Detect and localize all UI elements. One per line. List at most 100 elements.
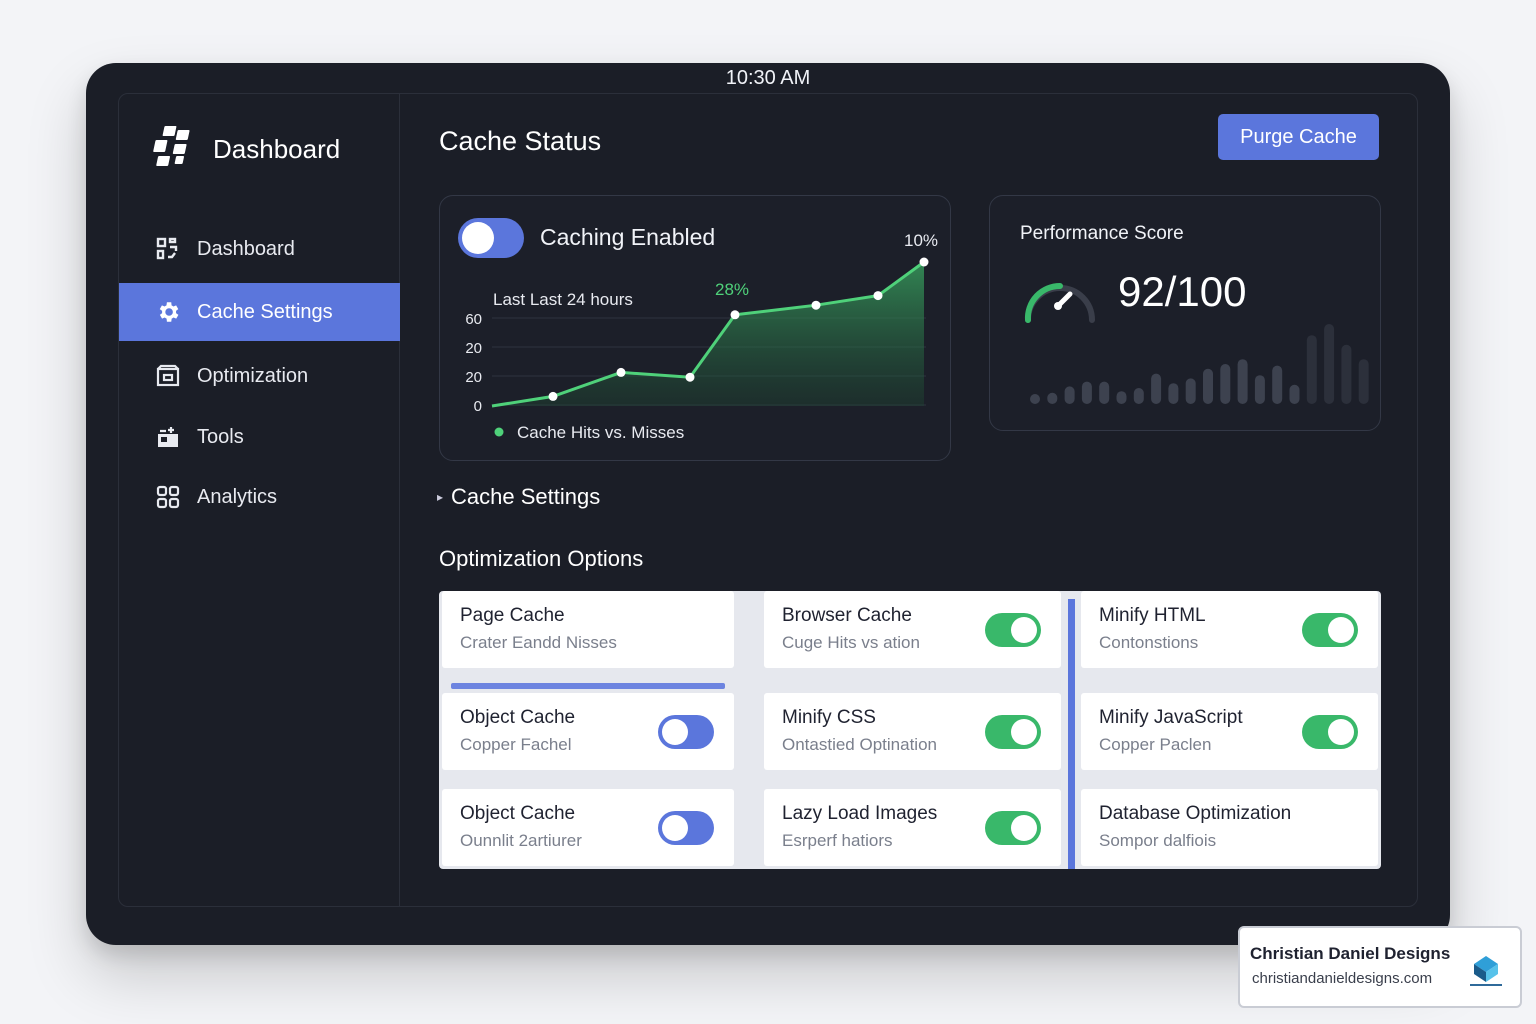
- grid-icon: [155, 484, 181, 510]
- sidebar-item-label: Optimization: [197, 364, 309, 387]
- sidebar-item-cache-settings[interactable]: Cache Settings: [119, 283, 400, 341]
- status-time: 10:30 AM: [725, 67, 811, 89]
- data-point: [811, 300, 821, 310]
- option-title: Database Optimization: [1099, 803, 1292, 824]
- purge-cache-button[interactable]: Purge Cache: [1218, 114, 1379, 160]
- toggle-knob: [662, 815, 688, 841]
- data-point: [730, 310, 740, 320]
- watermark-logo-icon: [1470, 956, 1502, 986]
- sidebar-item-analytics[interactable]: Analytics: [119, 468, 400, 526]
- option-card[interactable]: Object Cache Ounnlit 2artiurer: [442, 789, 734, 866]
- option-title: Object Cache: [460, 803, 576, 824]
- y-tick-label: 60: [465, 311, 482, 328]
- y-tick-label: 20: [465, 340, 482, 357]
- chart-legend: Cache Hits vs. Misses: [517, 423, 684, 442]
- performance-bar: [1030, 394, 1040, 404]
- option-toggle[interactable]: [985, 715, 1041, 749]
- data-point: [685, 372, 695, 382]
- option-card[interactable]: Browser Cache Cuge Hits vs ation: [764, 591, 1061, 668]
- tools-icon: [155, 424, 181, 450]
- toggle-knob: [662, 719, 688, 745]
- performance-bar: [1185, 378, 1196, 404]
- optimization-options-heading: Optimization Options: [439, 546, 644, 571]
- data-point: [548, 391, 558, 401]
- sidebar-item-label: Analytics: [197, 485, 278, 508]
- option-toggle[interactable]: [1302, 715, 1358, 749]
- performance-bar: [1220, 364, 1231, 404]
- main-panel: Cache Status Purge Cache Caching Enabled…: [401, 94, 1417, 906]
- performance-bar: [1272, 365, 1283, 404]
- option-title: Minify JavaScript: [1099, 707, 1243, 728]
- progress-divider: [451, 683, 725, 689]
- performance-bar: [1116, 391, 1127, 404]
- performance-bar: [1358, 359, 1369, 404]
- performance-bar: [1306, 335, 1317, 404]
- option-toggle[interactable]: [985, 811, 1041, 845]
- option-subtitle: Esrperf hatiors: [782, 831, 893, 850]
- option-card[interactable]: Minify CSS Ontastied Optination: [764, 693, 1061, 770]
- option-subtitle: Ounnlit 2artiurer: [460, 831, 582, 850]
- data-point: [919, 257, 929, 267]
- performance-bar: [1289, 384, 1300, 404]
- watermark-badge: Christian Daniel Designs christiandaniel…: [1238, 926, 1522, 1008]
- option-title: Object Cache: [460, 707, 576, 728]
- sidebar-item-label: Tools: [197, 425, 244, 448]
- performance-score: 92/100: [1118, 268, 1247, 315]
- option-subtitle: Copper Paclen: [1099, 735, 1212, 754]
- option-toggle[interactable]: [658, 715, 714, 749]
- legend-dot: [494, 427, 504, 437]
- option-toggle[interactable]: [658, 811, 714, 845]
- option-toggle[interactable]: [985, 613, 1041, 647]
- cache-hits-chart: Last Last 24 hours 60 20 20 0 28% 10% Cache …: [465, 231, 938, 442]
- performance-bar: [1324, 324, 1335, 404]
- brand[interactable]: Dashboard: [153, 124, 340, 175]
- data-point: [873, 291, 883, 301]
- option-card[interactable]: Page Cache Crater Eandd Nisses: [442, 591, 734, 668]
- sidebar-item-tools[interactable]: Tools: [119, 408, 400, 466]
- logo-icon: [153, 124, 199, 175]
- toggle-knob: [1328, 617, 1354, 643]
- sidebar-item-optimization[interactable]: Optimization: [119, 347, 400, 405]
- toggle-knob: [1011, 719, 1037, 745]
- y-tick-label: 20: [465, 369, 482, 386]
- toggle-knob: [1011, 815, 1037, 841]
- option-card[interactable]: Minify JavaScript Copper Paclen: [1081, 693, 1378, 770]
- watermark-name: Christian Daniel Designs: [1250, 944, 1451, 963]
- watermark-url: christiandanieldesigns.com: [1252, 970, 1433, 987]
- sidebar-item-label: Cache Settings: [197, 300, 333, 323]
- performance-bar: [1237, 359, 1248, 404]
- option-title: Page Cache: [460, 605, 565, 626]
- brand-title: Dashboard: [213, 134, 341, 164]
- column-divider: [1068, 599, 1075, 869]
- performance-bar: [1203, 368, 1213, 404]
- performance-bar: [1133, 388, 1144, 404]
- gear-icon: [155, 299, 181, 325]
- cache-settings-label: Cache Settings: [451, 484, 601, 509]
- toggle-knob: [1011, 617, 1037, 643]
- chart-area: [492, 262, 924, 406]
- performance-bars: [1030, 324, 1369, 404]
- chart-title: Last Last 24 hours: [493, 290, 633, 309]
- performance-bar: [1047, 392, 1058, 404]
- tablet-frame: 10:30 AM Dashboard Dashboard Cache Setti…: [86, 63, 1450, 945]
- option-toggle[interactable]: [1302, 613, 1358, 647]
- performance-bar: [1151, 373, 1162, 404]
- option-subtitle: Crater Eandd Nisses: [460, 633, 617, 652]
- performance-bar: [1254, 375, 1265, 404]
- option-title: Browser Cache: [782, 605, 912, 626]
- option-card[interactable]: Lazy Load Images Esrperf hatiors: [764, 789, 1061, 866]
- option-subtitle: Sompor dalfiois: [1099, 831, 1217, 850]
- caret-icon: ▸: [437, 490, 444, 504]
- sidebar-item-dashboard[interactable]: Dashboard: [119, 220, 400, 278]
- option-subtitle: Contonstions: [1099, 633, 1199, 652]
- sidebar-item-label: Dashboard: [197, 237, 295, 260]
- option-card[interactable]: Minify HTML Contonstions: [1081, 591, 1378, 668]
- option-card[interactable]: Database Optimization Sompor dalfiois: [1081, 789, 1378, 866]
- performance-bar: [1081, 381, 1092, 404]
- cache-settings-heading[interactable]: ▸ Cache Settings: [437, 484, 600, 510]
- performance-title: Performance Score: [1020, 223, 1184, 244]
- optimization-icon: [155, 363, 181, 389]
- data-point: [616, 367, 626, 377]
- page-title: Cache Status: [439, 126, 602, 156]
- option-card[interactable]: Object Cache Copper Fachel: [442, 693, 734, 770]
